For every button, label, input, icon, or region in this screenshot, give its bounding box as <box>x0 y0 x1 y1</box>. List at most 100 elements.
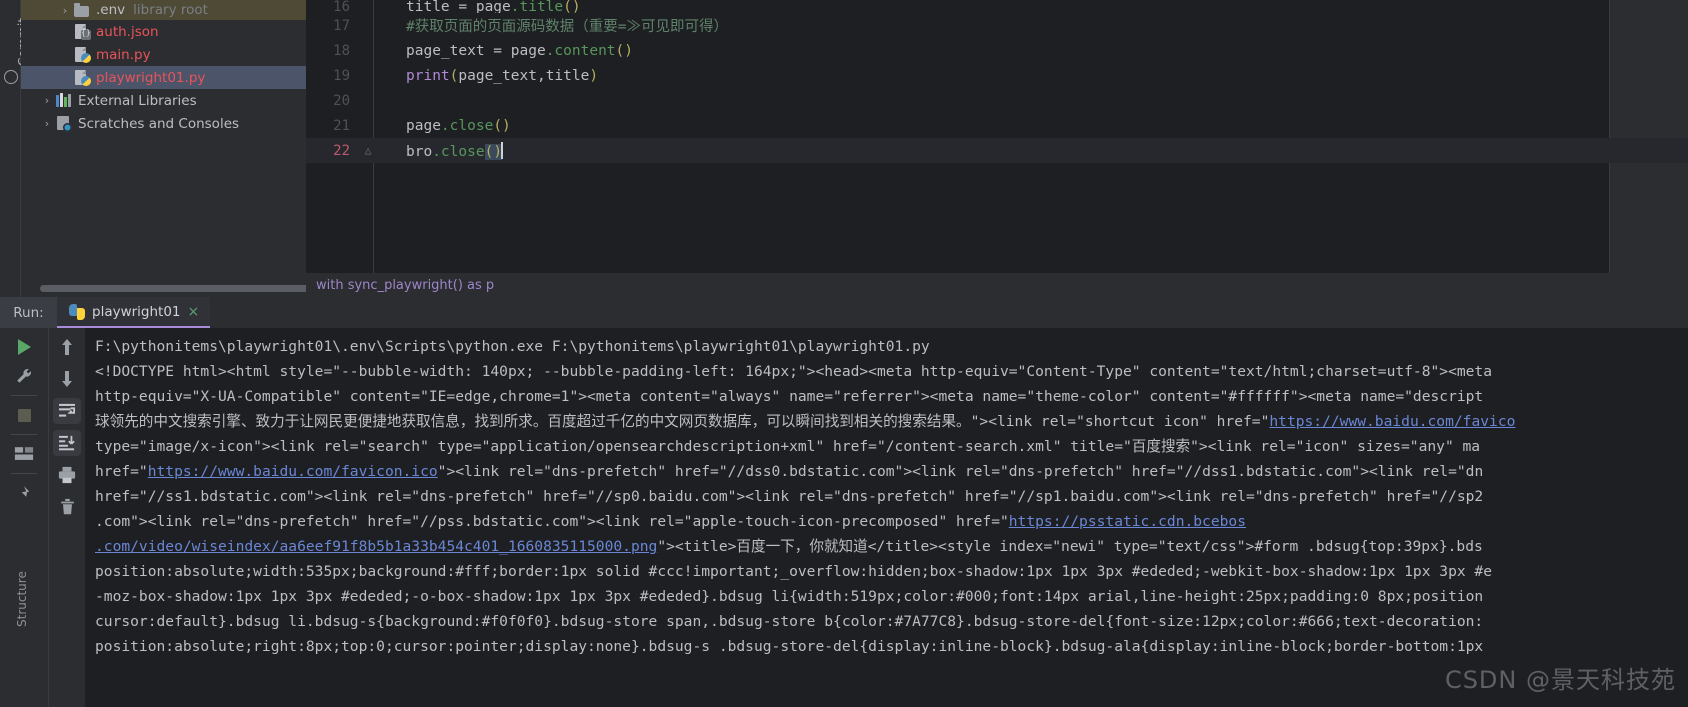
run-tab-playwright01[interactable]: playwright01 × <box>57 297 211 328</box>
folder-icon <box>73 2 90 19</box>
code-token: .close <box>432 143 485 160</box>
code-token: () <box>615 42 633 59</box>
console-text: "><title>百度一下，你就知道</title><style index="… <box>657 538 1483 555</box>
toolbar-separator <box>11 434 37 435</box>
console-link[interactable]: https://www.baidu.com/favico <box>1269 413 1515 430</box>
layout-icon <box>14 447 34 460</box>
console-line: position:absolute;right:8px;top:0;cursor… <box>95 638 1484 655</box>
chevron-right-icon[interactable]: › <box>57 5 73 16</box>
tree-item-scratches[interactable]: › Scratches and Consoles <box>21 112 306 135</box>
code-text: bro.close() <box>378 141 504 160</box>
line-number: 20 <box>333 92 350 109</box>
code-token: .title <box>510 0 564 13</box>
console-line: -moz-box-shadow:1px 1px 3px #ededed;-o-b… <box>95 588 1484 605</box>
chevron-right-icon[interactable]: › <box>39 118 55 129</box>
code-token: page <box>475 0 511 13</box>
pycharm-window: Commit › .env library root auth.json <box>0 0 1688 707</box>
scroll-to-end-button[interactable] <box>53 430 81 456</box>
console-line-command: F:\pythonitems\playwright01\.env\Scripts… <box>95 338 930 355</box>
console-line: <!DOCTYPE html><html style="--bubble-wid… <box>95 363 1493 380</box>
console-link[interactable]: https://psstatic.cdn.bcebos <box>1009 513 1246 530</box>
code-line: 20 <box>306 88 1688 113</box>
code-token: () <box>484 143 503 160</box>
soft-wrap-button[interactable] <box>53 398 81 424</box>
tree-item-env[interactable]: › .env library root <box>21 0 306 20</box>
trash-icon <box>60 498 74 515</box>
python-file-icon <box>73 46 91 63</box>
chevron-right-icon[interactable]: › <box>39 95 55 106</box>
tree-item-external-libraries[interactable]: › External Libraries <box>21 89 306 112</box>
line-number: 21 <box>333 117 350 134</box>
run-tab-bar: Run: playwright01 × <box>0 297 1688 328</box>
watermark: CSDN @景天科技苑 <box>1444 666 1676 694</box>
code-editor[interactable]: 16 title = page.title() 17 #获取页面的页面源码数据（… <box>306 0 1688 297</box>
code-token: title = <box>406 0 476 13</box>
console-line: href="https://www.baidu.com/favicon.ico"… <box>95 459 1688 484</box>
line-number: 19 <box>333 67 350 84</box>
code-line: 18 page_text = page.content() <box>306 38 1688 63</box>
pin-icon <box>20 486 30 499</box>
arrow-down-icon <box>62 371 72 387</box>
console-output[interactable]: F:\pythonitems\playwright01\.env\Scripts… <box>85 328 1688 707</box>
console-line: .com/video/wiseindex/aa6eef91f8b5b1a33b4… <box>95 534 1688 559</box>
code-line: 19 print(page_text,title) <box>306 63 1688 88</box>
print-button[interactable] <box>53 462 81 488</box>
tree-item-label: Scratches and Consoles <box>78 115 240 132</box>
structure-tool-label[interactable]: Structure <box>15 571 29 627</box>
up-button[interactable] <box>53 334 81 360</box>
tree-item-suffix: library root <box>133 2 208 18</box>
console-line: position:absolute;width:535px;background… <box>95 563 1493 580</box>
tree-item-label: External Libraries <box>78 92 197 109</box>
stop-icon <box>17 408 31 422</box>
run-body: F:\pythonitems\playwright01\.env\Scripts… <box>0 328 1688 707</box>
json-file-icon <box>73 23 91 40</box>
code-text: print(page_text,title) <box>378 68 598 84</box>
run-toolbar-secondary <box>49 328 85 707</box>
tree-horizontal-scrollbar[interactable] <box>40 285 306 292</box>
code-token: .content <box>545 42 616 59</box>
console-line: cursor:default}.bdsug li.bdsug-s{backgro… <box>95 613 1484 630</box>
console-text: 球领先的中文搜索引擎、致力于让网民更便捷地获取信息，找到所求。百度超过千亿的中文… <box>95 413 1270 430</box>
commit-icon[interactable] <box>4 70 18 84</box>
breadcrumb-label: with sync_playwright() as p <box>316 278 495 293</box>
console-line: 球领先的中文搜索引擎、致力于让网民更便捷地获取信息，找到所求。百度超过千亿的中文… <box>95 409 1688 434</box>
code-text: page.close() <box>378 118 511 134</box>
python-file-icon <box>73 69 91 86</box>
fold-marker[interactable]: △ <box>358 144 378 157</box>
console-link[interactable]: .com/video/wiseindex/aa6eef91f8b5b1a33b4… <box>95 538 657 555</box>
line-number: 22 <box>333 142 350 159</box>
stop-button[interactable] <box>10 402 38 428</box>
breadcrumb[interactable]: with sync_playwright() as p <box>306 273 1688 297</box>
code-token: page_text,title <box>458 67 590 84</box>
pin-button[interactable] <box>10 480 38 506</box>
code-token: () <box>493 117 511 134</box>
tree-item-auth-json[interactable]: auth.json <box>21 20 306 43</box>
left-tool-strip: Commit <box>0 0 30 297</box>
toolbar-separator <box>11 395 37 396</box>
tree-item-label: .env <box>96 2 126 18</box>
code-text: #获取页面的页面源码数据（重要=≫可见即可得） <box>406 19 728 35</box>
layout-settings-button[interactable] <box>10 441 38 467</box>
down-button[interactable] <box>53 366 81 392</box>
code-token: () <box>563 0 581 13</box>
clear-all-button[interactable] <box>53 494 81 520</box>
code-token: bro <box>406 143 433 160</box>
code-text: title = page.title() <box>378 0 581 13</box>
console-line: type="image/x-icon"><link rel="search" t… <box>95 438 1481 455</box>
close-icon[interactable]: × <box>188 305 200 319</box>
scroll-end-icon <box>59 435 75 451</box>
code-token: ) <box>589 67 599 84</box>
project-tree[interactable]: › .env library root auth.json main. <box>21 0 306 297</box>
tree-item-main-py[interactable]: main.py <box>21 43 306 66</box>
edit-configurations-button[interactable] <box>10 363 38 389</box>
console-link[interactable]: https://www.baidu.com/favicon.ico <box>148 463 438 480</box>
tree-item-playwright01-py[interactable]: playwright01.py <box>21 66 306 89</box>
code-token: page <box>510 42 546 59</box>
rerun-button[interactable] <box>10 334 38 360</box>
code-token: print <box>406 67 450 84</box>
tree-item-label: auth.json <box>96 23 159 40</box>
libraries-icon <box>55 92 72 109</box>
scratches-icon <box>55 115 72 132</box>
code-token: page_text = <box>406 42 511 59</box>
wrap-icon <box>59 403 76 417</box>
